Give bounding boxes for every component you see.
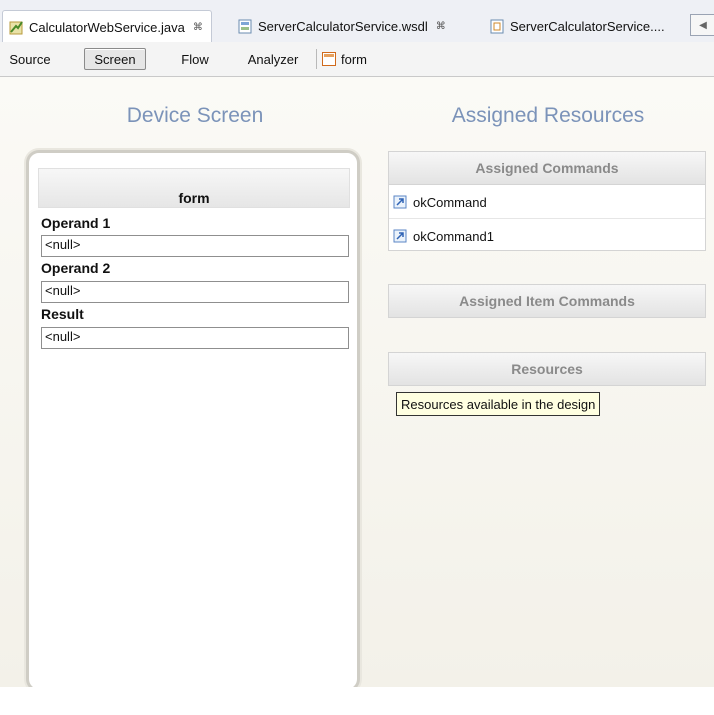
view-toolbar: Source Screen Flow Analyzer form	[0, 42, 714, 77]
java-file-icon	[9, 20, 24, 35]
command-item-okcommand[interactable]: okCommand	[393, 191, 487, 213]
form-icon	[322, 52, 336, 66]
operand-1-label: Operand 1	[41, 215, 111, 231]
tab-scroll-button[interactable]: ◀	[690, 14, 714, 36]
assigned-resources-title: Assigned Resources	[451, 104, 645, 127]
command-label: okCommand1	[413, 228, 494, 244]
close-tab-icon[interactable]: ⌘	[436, 21, 446, 32]
tab-calculator-web-service-java[interactable]: CalculatorWebService.java ⌘	[2, 10, 212, 43]
form-selector-label: form	[341, 51, 367, 67]
tab-label: ServerCalculatorService.wsdl	[258, 18, 428, 34]
form-title[interactable]: form	[38, 190, 350, 206]
command-item-okcommand1[interactable]: okCommand1	[393, 225, 494, 247]
operand-2-label: Operand 2	[41, 260, 111, 276]
bottom-strip	[0, 687, 714, 715]
result-field[interactable]: <null>	[41, 327, 349, 349]
toolbar-separator	[316, 49, 317, 69]
close-tab-icon[interactable]: ⌘	[193, 22, 203, 33]
tab-server-calculator-service-mobile[interactable]: ServerCalculatorService....	[490, 12, 665, 40]
assigned-commands-list: okCommand okCommand1	[388, 185, 706, 251]
analyzer-view-button[interactable]: Analyzer	[240, 48, 306, 70]
assigned-commands-header[interactable]: Assigned Commands	[388, 151, 706, 185]
operand-1-field[interactable]: <null>	[41, 235, 349, 257]
form-selector[interactable]: form	[322, 48, 384, 70]
netbeans-visual-mobile-designer: CalculatorWebService.java ⌘ ServerCalcul…	[0, 0, 714, 715]
wsdl-file-icon	[238, 19, 253, 34]
result-label: Result	[41, 306, 84, 322]
command-icon	[393, 195, 407, 209]
device-screen-title: Device Screen	[126, 104, 264, 127]
list-divider	[389, 218, 705, 219]
tab-label: CalculatorWebService.java	[29, 19, 185, 35]
resources-header[interactable]: Resources	[388, 352, 706, 386]
command-label: okCommand	[413, 194, 487, 210]
source-view-button[interactable]: Source	[6, 48, 54, 70]
device-screen-frame	[26, 150, 360, 692]
tab-server-calculator-service-wsdl[interactable]: ServerCalculatorService.wsdl ⌘	[238, 12, 446, 40]
resources-tooltip: Resources available in the design	[396, 392, 601, 416]
screen-view-button[interactable]: Screen	[84, 48, 146, 70]
editor-tab-bar: CalculatorWebService.java ⌘ ServerCalcul…	[0, 0, 714, 43]
mobile-file-icon	[490, 19, 505, 34]
operand-2-field[interactable]: <null>	[41, 281, 349, 303]
tab-label: ServerCalculatorService....	[510, 18, 665, 34]
chevron-left-icon: ◀	[699, 19, 707, 31]
flow-view-button[interactable]: Flow	[174, 48, 216, 70]
assigned-item-commands-header[interactable]: Assigned Item Commands	[388, 284, 706, 318]
command-icon	[393, 229, 407, 243]
